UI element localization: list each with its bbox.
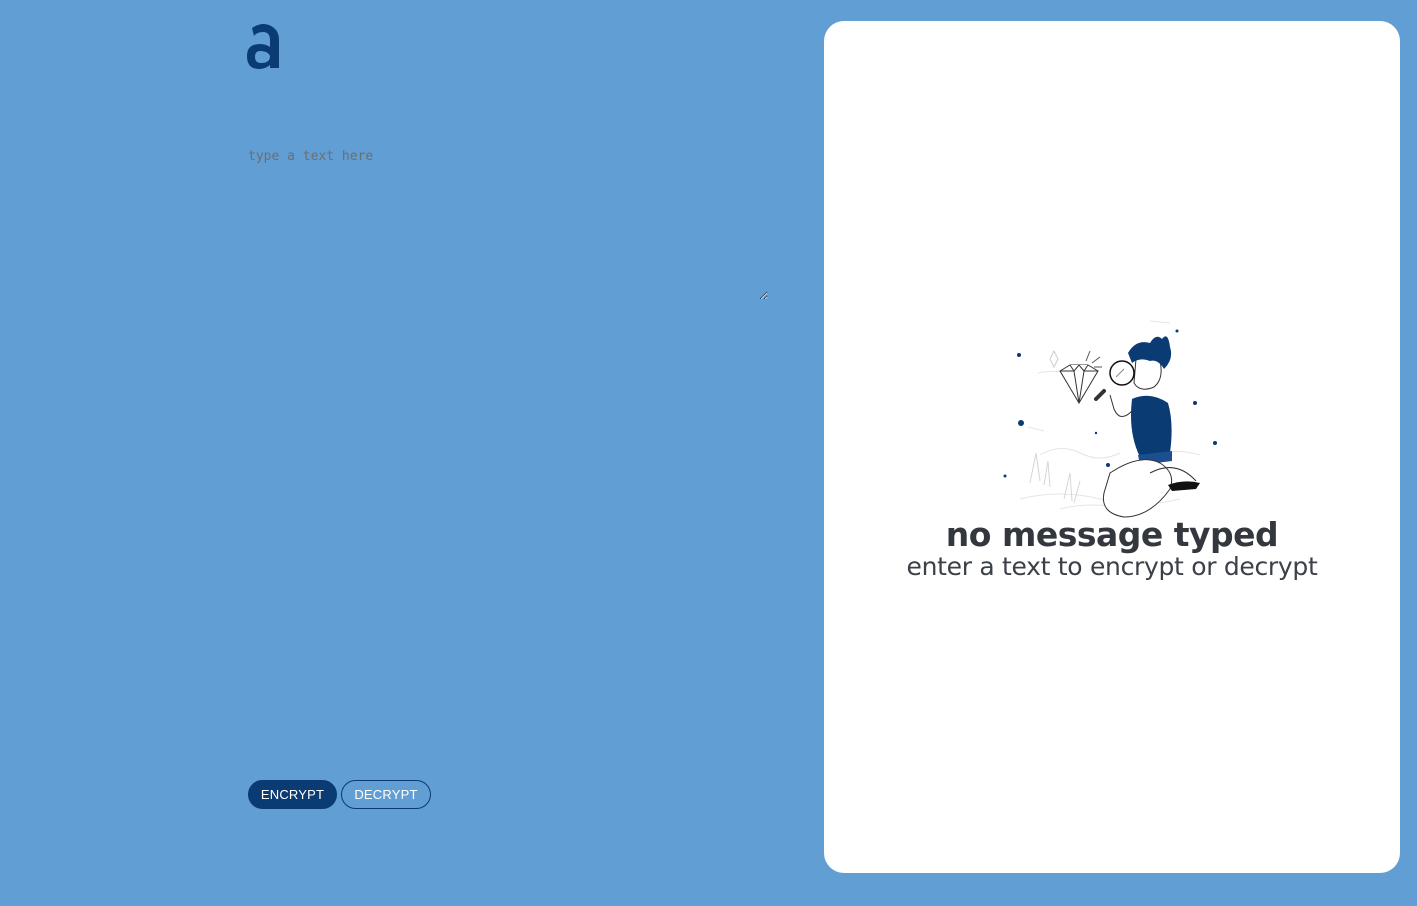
a-letter-logo-icon (247, 24, 279, 69)
app-page: ENCRYPT DECRYPT (0, 0, 1417, 906)
app-logo (246, 20, 282, 72)
result-panel: no message typed enter a text to encrypt… (824, 21, 1400, 873)
message-input[interactable] (248, 146, 768, 300)
person-inspecting-diamond-illustration (1000, 303, 1232, 519)
action-buttons: ENCRYPT DECRYPT (248, 780, 431, 809)
decrypt-button[interactable]: DECRYPT (341, 780, 431, 809)
encrypt-button[interactable]: ENCRYPT (248, 780, 337, 809)
empty-state-subtitle: enter a text to encrypt or decrypt (906, 552, 1318, 581)
empty-state-illustration-icon (1003, 320, 1217, 518)
empty-state-title: no message typed (945, 515, 1279, 554)
